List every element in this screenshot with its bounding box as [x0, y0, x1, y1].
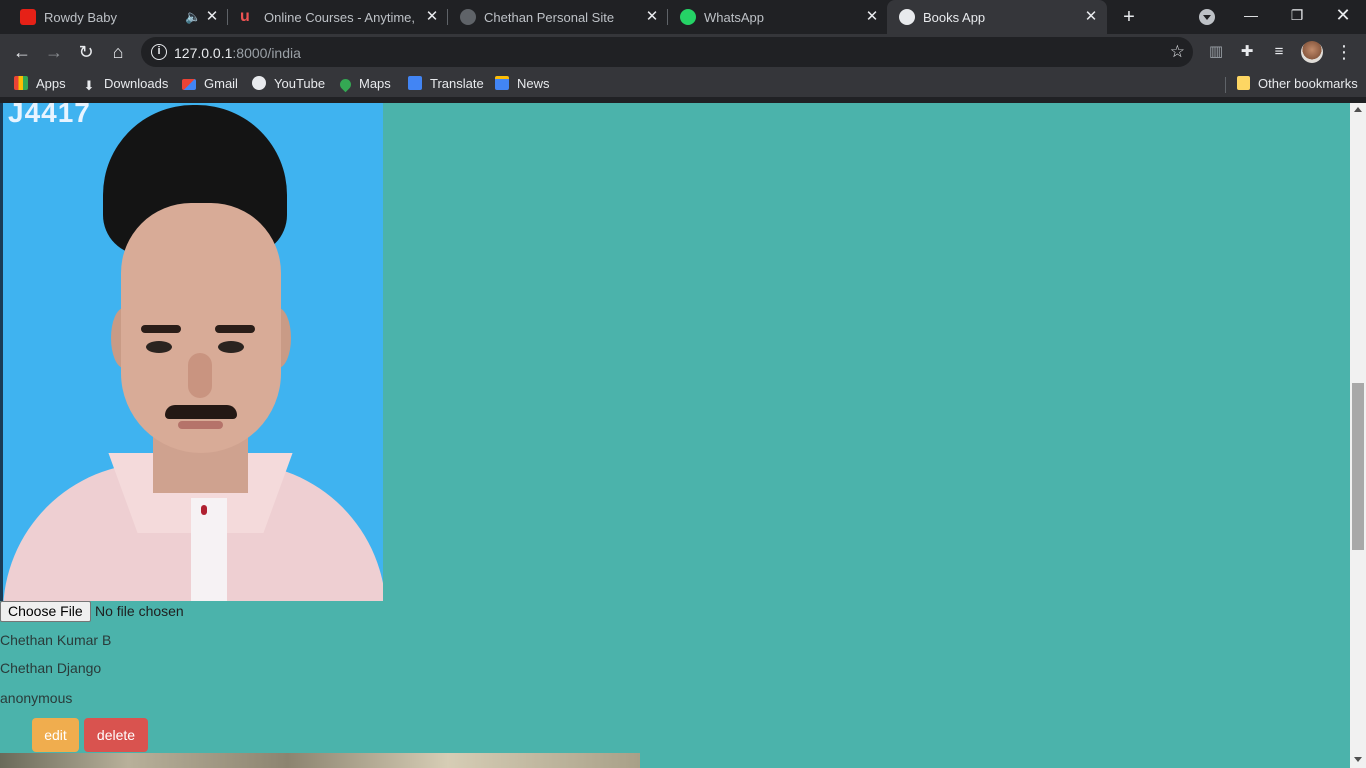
- bookmark-label: Downloads: [104, 76, 169, 91]
- bookmark-label: Translate: [430, 76, 484, 91]
- media-router-icon[interactable]: ▥: [1206, 42, 1226, 62]
- bookmark-star-icon[interactable]: ☆: [1170, 42, 1185, 62]
- tab-udemy[interactable]: u Online Courses - Anytime, Anywhere | U…: [228, 0, 448, 34]
- close-window-button[interactable]: ✕: [1320, 0, 1366, 30]
- bookmark-maps[interactable]: Maps: [337, 75, 391, 93]
- delete-button[interactable]: delete: [84, 718, 148, 752]
- home-icon[interactable]: ⌂: [104, 38, 132, 66]
- whatsapp-icon: [680, 9, 696, 25]
- page-scrollbar[interactable]: [1350, 103, 1366, 768]
- youtube-icon: [20, 9, 36, 25]
- url-host: 127.0.0.1: [174, 45, 233, 61]
- close-icon[interactable]: ✕: [424, 9, 440, 25]
- forward-arrow-icon[interactable]: →: [40, 38, 68, 66]
- book-title: Chethan Django: [0, 660, 102, 676]
- browser-toolbar: ← → ↻ ⌂ i 127.0.0.1:8000/india ☆ ▥ ✚ ≡ ⋮: [0, 34, 1366, 70]
- edit-button[interactable]: edit: [32, 718, 79, 752]
- bookmark-label: Gmail: [204, 76, 238, 91]
- url-path: :8000/india: [232, 45, 301, 61]
- bookmark-label: Other bookmarks: [1258, 76, 1358, 91]
- tab-title: Online Courses - Anytime, Anywhere | Ude…: [264, 10, 418, 25]
- close-icon[interactable]: ✕: [204, 9, 220, 25]
- folder-icon: [1237, 76, 1250, 90]
- bookmark-label: News: [517, 76, 550, 91]
- download-icon: ⬇: [83, 78, 95, 93]
- bookmark-news[interactable]: News: [495, 75, 550, 93]
- media-controls-icon[interactable]: ≡: [1269, 42, 1289, 62]
- udemy-icon: u: [240, 8, 250, 25]
- profile-avatar[interactable]: [1301, 41, 1323, 63]
- more-menu-icon[interactable]: ⋮: [1334, 42, 1354, 62]
- tab-title: WhatsApp: [704, 10, 764, 25]
- bookmark-label: Maps: [359, 76, 391, 91]
- address-bar[interactable]: i 127.0.0.1:8000/india ☆: [141, 37, 1193, 67]
- photo-mustache: [165, 405, 237, 419]
- profile-photo: J4417: [0, 103, 383, 601]
- reload-icon[interactable]: ↻: [72, 38, 100, 66]
- choose-file-button[interactable]: Choose File: [0, 601, 91, 622]
- restore-button[interactable]: ❐: [1274, 0, 1320, 30]
- globe-icon: [252, 76, 266, 90]
- tab-title: Chethan Personal Site: [484, 10, 615, 25]
- audio-playing-icon[interactable]: 🔈: [185, 9, 201, 25]
- tab-chethan-personal-site[interactable]: Chethan Personal Site ✕: [448, 0, 668, 34]
- file-status: No file chosen: [95, 603, 184, 619]
- close-icon[interactable]: ✕: [864, 9, 880, 25]
- uploader-name: anonymous: [0, 690, 73, 706]
- tab-books-app[interactable]: Books App ✕: [887, 0, 1107, 34]
- extensions-puzzle-icon[interactable]: ✚: [1237, 42, 1257, 62]
- scroll-up-arrow-icon[interactable]: [1354, 107, 1362, 112]
- scroll-down-arrow-icon[interactable]: [1354, 757, 1362, 762]
- tab-title: Rowdy Baby: [44, 10, 117, 25]
- new-tab-button[interactable]: +: [1118, 6, 1140, 28]
- next-book-image: [0, 753, 640, 768]
- close-icon[interactable]: ✕: [644, 9, 660, 25]
- minimize-button[interactable]: —: [1228, 0, 1274, 30]
- author-name: Chethan Kumar B: [0, 632, 112, 648]
- close-icon[interactable]: ✕: [1083, 9, 1099, 25]
- globe-icon: [899, 9, 915, 25]
- back-arrow-icon[interactable]: ←: [8, 38, 36, 66]
- gmail-icon: [182, 79, 196, 90]
- photo-eye: [218, 341, 244, 353]
- tab-title: Books App: [923, 10, 986, 25]
- site-info-icon[interactable]: i: [151, 44, 167, 60]
- bookmarks-divider: [1225, 77, 1226, 93]
- tab-search-icon[interactable]: [1199, 9, 1215, 25]
- apps-grid-icon: [14, 76, 28, 90]
- other-bookmarks[interactable]: Other bookmarks: [1237, 75, 1358, 93]
- news-icon: [495, 76, 509, 90]
- bookmarks-bar: Apps ⬇ Downloads Gmail YouTube Maps Trans…: [0, 70, 1366, 98]
- photo-shirt-button: [201, 505, 207, 515]
- tab-whatsapp[interactable]: WhatsApp ✕: [668, 0, 886, 34]
- page-content: J4417 Choose File No file chosen Chethan…: [0, 103, 1350, 768]
- tab-rowdy-baby[interactable]: Rowdy Baby 🔈 ✕: [8, 0, 228, 34]
- photo-eye: [146, 341, 172, 353]
- bookmark-translate[interactable]: Translate: [408, 75, 484, 93]
- bookmark-youtube[interactable]: YouTube: [252, 75, 325, 93]
- photo-nose: [188, 353, 212, 398]
- photo-placket: [191, 498, 227, 601]
- bookmark-downloads[interactable]: ⬇ Downloads: [82, 75, 169, 93]
- bookmark-gmail[interactable]: Gmail: [182, 75, 238, 93]
- translate-icon: [408, 76, 422, 90]
- globe-icon: [460, 9, 476, 25]
- bookmark-label: YouTube: [274, 76, 326, 91]
- maps-pin-icon: [337, 76, 354, 93]
- photo-stamp: J4417: [8, 103, 91, 128]
- photo-mouth: [178, 421, 223, 429]
- scroll-thumb[interactable]: [1352, 383, 1364, 550]
- url-text[interactable]: 127.0.0.1:8000/india: [174, 45, 301, 61]
- bookmark-label: Apps: [36, 76, 66, 91]
- bookmark-apps[interactable]: Apps: [14, 75, 66, 93]
- tab-strip: Rowdy Baby 🔈 ✕ u Online Courses - Anytim…: [0, 0, 1366, 34]
- photo-eyebrow: [215, 325, 255, 333]
- photo-eyebrow: [141, 325, 181, 333]
